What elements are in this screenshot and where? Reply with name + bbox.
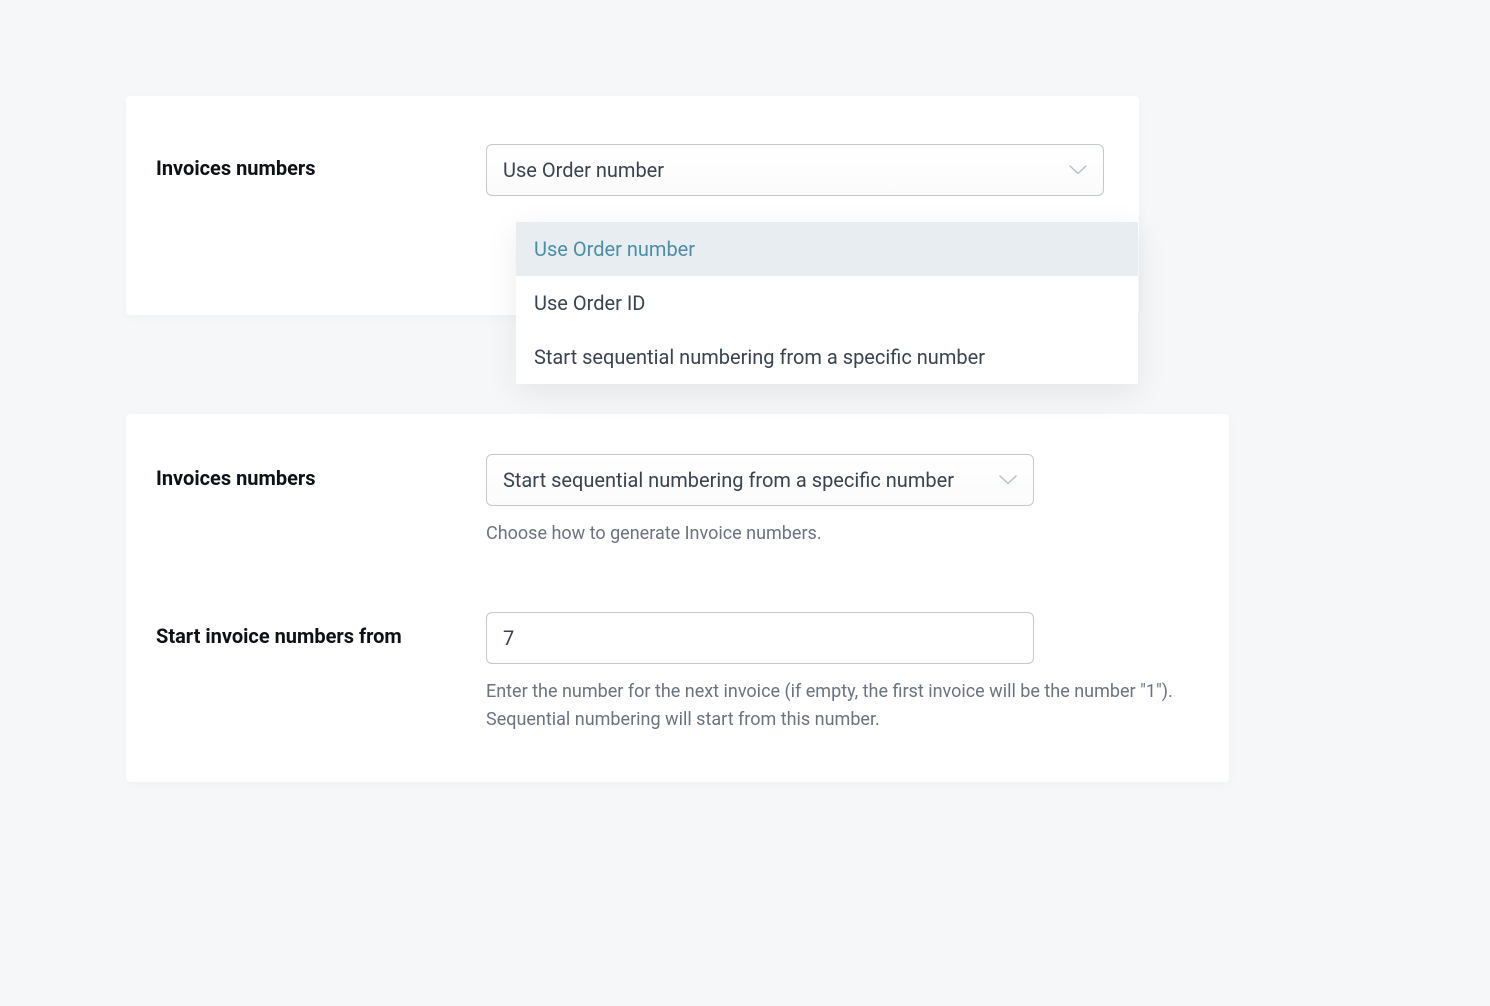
invoice-numbers-control-top: Use Order number	[486, 144, 1109, 196]
invoice-numbers-label-bottom: Invoices numbers	[156, 454, 486, 490]
chevron-down-icon	[999, 475, 1017, 485]
invoice-numbers-select-value-top: Use Order number	[503, 158, 664, 182]
invoice-numbers-row-bottom: Invoices numbers Start sequential number…	[156, 454, 1199, 548]
invoice-numbers-select-value-bottom: Start sequential numbering from a specif…	[503, 468, 954, 492]
invoice-numbers-help: Choose how to generate Invoice numbers.	[486, 520, 1199, 548]
invoice-numbers-dropdown: Use Order number Use Order ID Start sequ…	[516, 222, 1138, 384]
start-invoice-numbers-row: Start invoice numbers from Enter the num…	[156, 612, 1199, 734]
dropdown-option-use-order-id[interactable]: Use Order ID	[516, 276, 1138, 330]
dropdown-option-use-order-number[interactable]: Use Order number	[516, 222, 1138, 276]
dropdown-option-sequential[interactable]: Start sequential numbering from a specif…	[516, 330, 1138, 384]
start-invoice-numbers-input[interactable]	[486, 612, 1034, 664]
start-invoice-numbers-help: Enter the number for the next invoice (i…	[486, 678, 1199, 734]
invoice-numbers-row-top: Invoices numbers Use Order number	[156, 144, 1109, 196]
invoice-numbers-select-bottom[interactable]: Start sequential numbering from a specif…	[486, 454, 1034, 506]
chevron-down-icon	[1069, 165, 1087, 175]
invoice-numbers-select-top[interactable]: Use Order number	[486, 144, 1104, 196]
invoice-numbers-label-top: Invoices numbers	[156, 144, 486, 180]
invoice-numbers-panel-bottom: Invoices numbers Start sequential number…	[126, 414, 1229, 782]
start-invoice-numbers-control: Enter the number for the next invoice (i…	[486, 612, 1199, 734]
invoice-numbers-control-bottom: Start sequential numbering from a specif…	[486, 454, 1199, 548]
start-invoice-numbers-label: Start invoice numbers from	[156, 612, 486, 648]
